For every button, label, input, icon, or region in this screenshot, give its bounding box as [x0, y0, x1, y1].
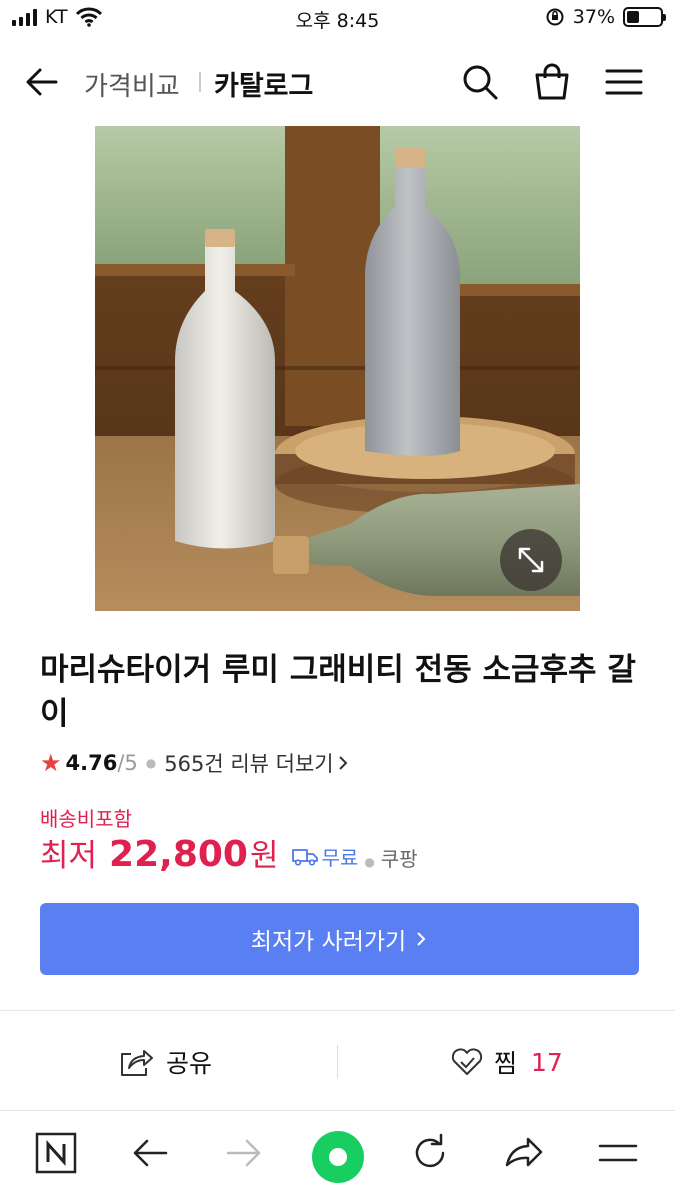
battery-percent: 37%	[572, 6, 615, 28]
crumb-price-compare[interactable]: 가격비교	[84, 66, 180, 103]
back-arrow-icon[interactable]	[128, 1131, 172, 1175]
free-shipping-text: 무료	[321, 845, 359, 870]
mall-label: 쿠팡	[380, 847, 418, 871]
mall-name: ● 쿠팡	[364, 843, 417, 872]
price-value: 22,800	[109, 834, 248, 875]
crumb-catalog[interactable]: 카탈로그	[214, 64, 313, 103]
naver-n-icon[interactable]	[34, 1131, 78, 1175]
browser-toolbar	[0, 1110, 675, 1200]
expand-icon	[518, 547, 544, 573]
refresh-icon[interactable]	[408, 1131, 452, 1175]
arrow-left-icon[interactable]	[22, 62, 62, 102]
expand-image-button[interactable]	[500, 529, 562, 591]
delivery-truck-icon	[291, 849, 318, 866]
share-icon	[121, 1050, 153, 1076]
menu-icon[interactable]	[604, 62, 644, 102]
share-label: 공유	[166, 1049, 213, 1078]
heart-check-icon	[451, 1048, 483, 1075]
buy-button-label: 최저가 사러가기	[250, 929, 407, 955]
favorite-count: 17	[531, 1047, 563, 1077]
product-title: 마리슈타이거 루미 그래비티 전동 소금후추 갈이	[40, 652, 636, 732]
price-label: 최저	[40, 838, 98, 874]
dot-separator: ●	[145, 756, 157, 770]
shopping-bag-icon[interactable]	[532, 62, 572, 102]
forward-arrow-icon[interactable]	[222, 1131, 266, 1175]
dot-separator: ●	[364, 855, 375, 869]
section-divider	[0, 1010, 675, 1011]
chevron-right-icon	[417, 932, 426, 946]
rating-max: /5	[117, 751, 138, 775]
orientation-lock-icon	[546, 8, 564, 26]
crumb-divider	[199, 72, 201, 92]
battery-icon	[623, 7, 666, 27]
free-shipping-badge: 무료	[291, 842, 359, 871]
rating-score: 4.76	[65, 751, 118, 775]
home-green-icon[interactable]	[310, 1129, 366, 1185]
favorite-button[interactable]: 찜 17	[450, 1032, 563, 1092]
top-nav: 가격비교 카탈로그	[0, 50, 675, 112]
menu-icon[interactable]	[596, 1131, 640, 1175]
chevron-right-icon	[338, 756, 348, 770]
status-right: 37%	[545, 6, 666, 28]
action-divider	[337, 1045, 338, 1079]
buy-lowest-price-button[interactable]: 최저가 사러가기	[40, 903, 639, 975]
search-icon[interactable]	[460, 62, 500, 102]
share-arrow-icon[interactable]	[502, 1131, 546, 1175]
reviews-link[interactable]: 565건 리뷰 더보기	[164, 748, 333, 778]
price-unit: 원	[249, 838, 279, 874]
favorite-label: 찜	[494, 1049, 518, 1078]
price-row: 최저 22,800 원 무료 ● 쿠팡	[40, 830, 418, 875]
status-bar: KT 오후 8:45 37%	[0, 0, 675, 40]
shipping-included-note: 배송비포함	[40, 807, 132, 831]
rating-row: ★ 4.76 /5 ● 565건 리뷰 더보기	[40, 748, 349, 778]
share-button[interactable]: 공유	[118, 1032, 212, 1092]
star-icon: ★	[40, 749, 62, 777]
